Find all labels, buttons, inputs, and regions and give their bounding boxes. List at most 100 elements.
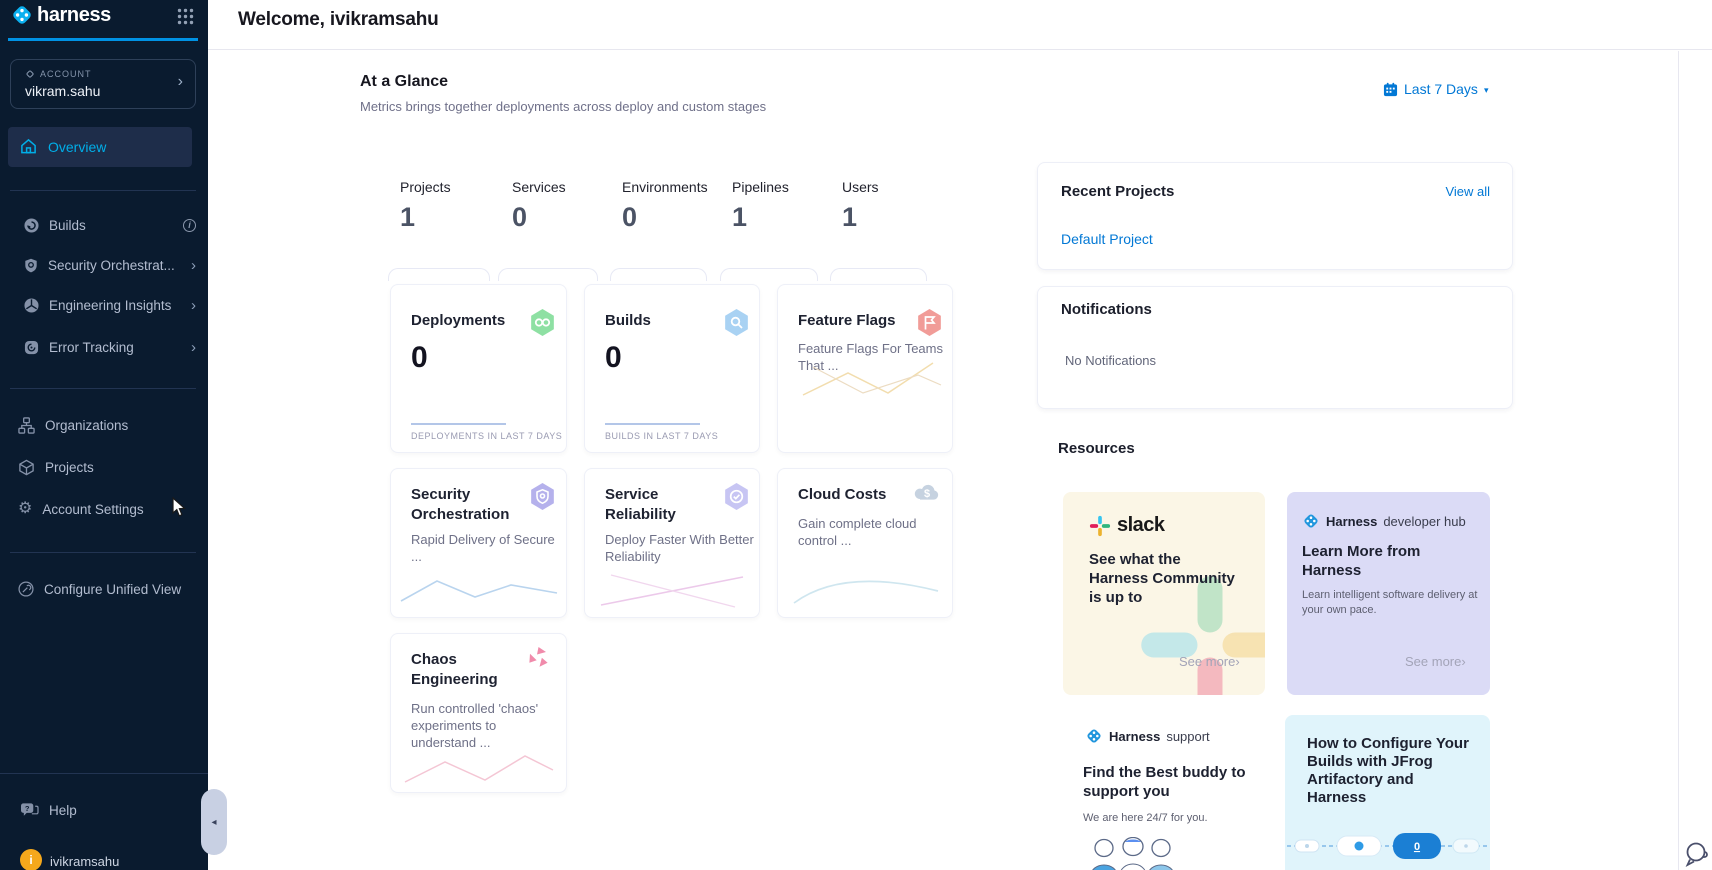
account-selector[interactable]: ACCOUNT vikram.sahu ›: [10, 59, 196, 109]
sidebar-item-label: Help: [49, 803, 77, 818]
card-desc: Feature Flags For Teams That ...: [798, 340, 950, 374]
slack-brand-text: slack: [1117, 514, 1165, 537]
content-right-rule: [1678, 51, 1679, 870]
sidebar-item-help[interactable]: ? Help: [20, 795, 190, 825]
service-reliability-card[interactable]: Service Reliability Deploy Faster With B…: [584, 468, 760, 618]
harness-app: harness ACCOUNT vikram.sahu › Overview: [0, 0, 1712, 870]
harness-logo-icon: [1302, 512, 1320, 530]
sidebar-item-account-settings[interactable]: ⚙ Account Settings: [18, 494, 194, 524]
stat-value: 0: [512, 202, 566, 233]
security-orchestration-card[interactable]: Security Orchestration Rapid Delivery of…: [390, 468, 567, 618]
card-title: Service Reliability: [605, 485, 720, 525]
sidebar-collapse-handle[interactable]: ◂: [201, 789, 227, 855]
card-title: Builds: [605, 311, 651, 331]
stat-label: Pipelines: [732, 179, 789, 195]
sidebar-item-label: Overview: [48, 139, 106, 155]
divider: [10, 190, 196, 191]
sidebar-item-organizations[interactable]: Organizations: [18, 410, 194, 440]
card-desc: Deploy Faster With Better Reliability: [605, 531, 760, 565]
user-avatar[interactable]: i: [20, 849, 42, 870]
svg-text:0: 0: [1414, 841, 1420, 853]
collapse-arrow-icon: ◂: [211, 817, 216, 828]
gear-icon: ⚙: [18, 501, 32, 517]
resource-heading: How to Configure Your Builds with JFrog …: [1307, 735, 1477, 807]
deployments-icon: [529, 309, 556, 336]
stat-pipelines[interactable]: Pipelines 1: [732, 179, 789, 233]
feature-flags-card[interactable]: Feature Flags Feature Flags For Teams Th…: [777, 284, 953, 453]
stat-projects[interactable]: Projects 1: [400, 179, 451, 233]
card-title: Security Orchestration: [411, 485, 526, 525]
divider: [10, 388, 196, 389]
decorative-lines: [593, 569, 753, 611]
stat-services[interactable]: Services 0: [512, 179, 566, 233]
stat-label: Services: [512, 179, 566, 195]
stat-value: 1: [400, 202, 451, 233]
error-tracking-icon: [24, 340, 39, 355]
stat-value: 1: [732, 202, 789, 233]
sidebar-item-label: Account Settings: [42, 502, 143, 517]
stat-value: 1: [842, 202, 879, 233]
project-link-default-project[interactable]: Default Project: [1061, 231, 1153, 247]
resource-desc: We are here 24/7 for you.: [1083, 811, 1253, 826]
resources-title: Resources: [1058, 440, 1135, 457]
stat-users[interactable]: Users 1: [842, 179, 879, 233]
svg-text:$: $: [924, 488, 930, 500]
sidebar-item-error-tracking[interactable]: Error Tracking ›: [24, 332, 196, 362]
card-title: Chaos Engineering: [411, 650, 526, 690]
reliability-check-icon: [723, 483, 750, 510]
sidebar-item-builds[interactable]: Builds i: [24, 210, 196, 240]
stat-card-stub: [610, 268, 707, 281]
slack-logo-icon: [1089, 515, 1111, 537]
home-icon: [20, 138, 37, 155]
organizations-icon: [18, 417, 35, 434]
see-more-link[interactable]: See more›: [1179, 654, 1240, 669]
sidebar-item-label: Organizations: [45, 418, 128, 433]
sidebar: harness ACCOUNT vikram.sahu › Overview: [0, 0, 208, 870]
notifications-panel: Notifications No Notifications: [1037, 286, 1513, 409]
cloud-costs-card[interactable]: Cloud Costs $ Gain complete cloud contro…: [777, 468, 953, 618]
deployments-card[interactable]: Deployments 0 DEPLOYMENTS IN LAST 7 DAYS: [390, 284, 567, 453]
recent-projects-panel: Recent Projects View all Default Project: [1037, 162, 1513, 270]
notifications-empty-state: No Notifications: [1065, 353, 1156, 368]
sidebar-item-label: Configure Unified View: [44, 582, 181, 597]
sidebar-item-label: Engineering Insights: [49, 298, 171, 313]
harness-logo-icon: [1085, 727, 1103, 745]
stat-card-stub: [720, 268, 818, 281]
divider: [0, 773, 208, 774]
at-a-glance-title: At a Glance: [360, 73, 448, 91]
builds-card[interactable]: Builds 0 BUILDS IN LAST 7 DAYS: [584, 284, 760, 453]
resource-card-jfrog[interactable]: How to Configure Your Builds with JFrog …: [1285, 715, 1490, 870]
chaos-engineering-card[interactable]: Chaos Engineering Run controlled 'chaos'…: [390, 633, 567, 793]
sidebar-item-security-orchestration[interactable]: Security Orchestrat... ›: [24, 250, 196, 280]
stat-label: Environments: [622, 179, 708, 195]
info-icon[interactable]: i: [183, 219, 196, 232]
chevron-right-icon: ›: [191, 257, 196, 274]
logo-underline: [8, 38, 198, 41]
card-desc: Run controlled 'chaos' experiments to un…: [411, 700, 553, 751]
user-name: ivikramsahu: [50, 854, 119, 869]
module-grid-icon[interactable]: [176, 7, 195, 31]
card-title: Cloud Costs: [798, 485, 918, 505]
chevron-right-icon: ›: [191, 297, 196, 314]
card-desc: Rapid Delivery of Secure ...: [411, 531, 567, 565]
card-desc: Gain complete cloud control ...: [798, 515, 930, 549]
see-more-link[interactable]: See more›: [1405, 654, 1466, 669]
stat-environments[interactable]: Environments 0: [622, 179, 708, 233]
sidebar-item-engineering-insights[interactable]: Engineering Insights ›: [24, 290, 196, 320]
resource-heading: Learn More from Harness: [1302, 542, 1437, 580]
brand-rest: developer hub: [1383, 514, 1465, 529]
resource-card-slack[interactable]: slack See what the Harness Community is …: [1063, 492, 1265, 695]
support-bubble-icon[interactable]: [1682, 840, 1710, 870]
card-title: Deployments: [411, 311, 505, 331]
resource-card-developer-hub[interactable]: Harness developer hub Learn More from Ha…: [1287, 492, 1490, 695]
sidebar-item-projects[interactable]: Projects: [18, 452, 194, 482]
sidebar-item-overview[interactable]: Overview: [8, 127, 192, 167]
sparkline: [411, 423, 506, 425]
harness-logo-icon: [10, 3, 34, 27]
sidebar-item-configure-unified-view[interactable]: Configure Unified View: [18, 574, 194, 604]
builds-icon: [24, 218, 39, 233]
view-all-link[interactable]: View all: [1445, 184, 1490, 199]
page-header: Welcome, ivikramsahu: [208, 0, 1712, 50]
date-range-picker[interactable]: Last 7 Days ▾: [1383, 81, 1488, 97]
resource-card-support[interactable]: Harness support Find the Best buddy to s…: [1063, 715, 1265, 870]
